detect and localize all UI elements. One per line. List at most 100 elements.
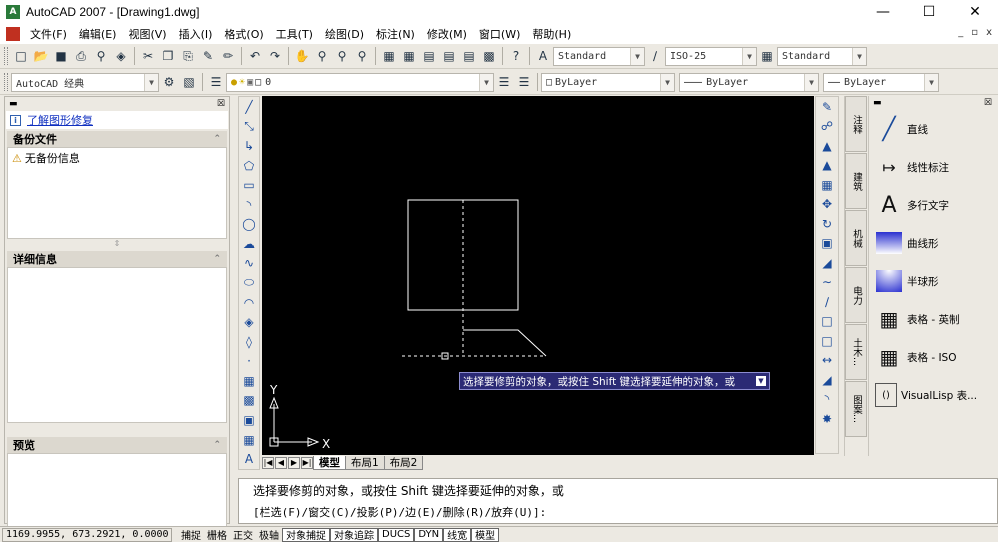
zoom-realtime-icon[interactable]: ⚲: [313, 47, 331, 65]
model-toggle[interactable]: 模型: [471, 527, 500, 542]
drawn-polyline[interactable]: [463, 329, 547, 357]
array-icon[interactable]: ▦: [818, 176, 836, 194]
tool-linear-dimension[interactable]: ↦ 线性标注: [869, 148, 996, 186]
insert-block-icon[interactable]: ◈: [240, 313, 258, 331]
workspace-select[interactable]: AutoCAD 经典 ▼: [11, 72, 159, 92]
circle-icon[interactable]: ◯: [240, 215, 258, 233]
panel-menu-icon[interactable]: ▬: [873, 98, 882, 108]
drawing-svg[interactable]: Y X: [262, 96, 814, 470]
fillet-icon[interactable]: ◝: [818, 391, 836, 409]
table-style-select[interactable]: Standard ▼: [777, 46, 867, 66]
scale-icon[interactable]: ▣: [818, 235, 836, 253]
revision-cloud-icon[interactable]: ☁: [240, 235, 258, 253]
explode-icon[interactable]: ✸: [818, 410, 836, 428]
markup-icon[interactable]: ▤: [460, 47, 478, 65]
palette-tab-architectural[interactable]: 建筑: [845, 153, 867, 209]
last-tab-icon[interactable]: ▶|: [301, 456, 313, 469]
collapse-icon[interactable]: ⌃: [213, 254, 221, 264]
text-style-select[interactable]: Standard ▼: [553, 46, 645, 66]
palette-tab-annotation[interactable]: 注释: [845, 96, 867, 152]
block-editor-icon[interactable]: ✏: [219, 47, 237, 65]
copy-icon[interactable]: ❐: [159, 47, 177, 65]
tool-hemispherical-gradient[interactable]: 半球形: [869, 262, 996, 300]
design-center-icon[interactable]: ▦: [400, 47, 418, 65]
match-properties-icon[interactable]: ✎: [199, 47, 217, 65]
polygon-icon[interactable]: ⬠: [240, 157, 258, 175]
layer-previous-icon[interactable]: ☰: [515, 73, 533, 91]
color-select[interactable]: □ ByLayer ▼: [541, 72, 675, 92]
menu-draw[interactable]: 绘图(D): [319, 26, 370, 42]
rectangle-icon[interactable]: ▭: [240, 176, 258, 194]
menu-dimension[interactable]: 标注(N): [370, 26, 421, 42]
paste-icon[interactable]: ⎘: [179, 47, 197, 65]
tool-mtext[interactable]: A 多行文字: [869, 186, 996, 224]
plot-preview-icon[interactable]: ⚲: [92, 47, 110, 65]
break-icon[interactable]: □: [818, 332, 836, 350]
sheet-set-icon[interactable]: ▤: [440, 47, 458, 65]
osnap-toggle[interactable]: 对象捕捉: [282, 527, 330, 542]
table-icon[interactable]: ▦: [240, 431, 258, 449]
menu-help[interactable]: 帮助(H): [526, 26, 577, 42]
menu-edit[interactable]: 编辑(E): [73, 26, 123, 42]
join-icon[interactable]: ↔: [818, 352, 836, 370]
menu-view[interactable]: 视图(V): [122, 26, 172, 42]
menu-format[interactable]: 格式(O): [218, 26, 269, 42]
lineweight-toggle[interactable]: 线宽: [443, 527, 472, 542]
prev-tab-icon[interactable]: ◀: [275, 456, 287, 469]
tool-visuallisp[interactable]: () VisualLisp 表...: [869, 376, 996, 414]
palette-tab-mechanical[interactable]: 机械: [845, 210, 867, 266]
break-at-point-icon[interactable]: □: [818, 313, 836, 331]
tool-line[interactable]: ╱ 直线: [869, 110, 996, 148]
redo-icon[interactable]: ↷: [266, 47, 284, 65]
tab-model[interactable]: 模型: [313, 455, 346, 470]
make-block-icon[interactable]: ◊: [240, 333, 258, 351]
toolbar-grip[interactable]: [4, 73, 8, 91]
minimize-icon[interactable]: —: [860, 0, 906, 24]
publish-icon[interactable]: ◈: [112, 47, 130, 65]
move-icon[interactable]: ✥: [818, 196, 836, 214]
mdi-close-button[interactable]: x: [986, 27, 992, 38]
layer-select[interactable]: ● ☀ ▣ □ 0 ▼: [226, 72, 494, 92]
recovery-help-link[interactable]: 了解图形修复: [27, 112, 93, 128]
multiline-text-icon[interactable]: A: [240, 450, 258, 468]
tab-layout2[interactable]: 布局2: [383, 455, 424, 470]
panel-close-icon[interactable]: ☒: [984, 98, 992, 108]
hatch-icon[interactable]: ▦: [240, 372, 258, 390]
menu-file[interactable]: 文件(F): [24, 26, 73, 42]
make-object-layer-current-icon[interactable]: ☰: [495, 73, 513, 91]
dim-style-select[interactable]: ISO-25 ▼: [665, 46, 757, 66]
workspace-settings-icon[interactable]: ⚙: [160, 73, 178, 91]
spline-icon[interactable]: ∿: [240, 255, 258, 273]
gradient-icon[interactable]: ▩: [240, 392, 258, 410]
collapse-icon[interactable]: ⌃: [213, 134, 221, 144]
help-icon[interactable]: ?: [507, 47, 525, 65]
properties-icon[interactable]: ▦: [380, 47, 398, 65]
stretch-icon[interactable]: ◢: [818, 254, 836, 272]
extend-icon[interactable]: ∕: [818, 293, 836, 311]
palette-tab-hatch[interactable]: 图案...: [845, 381, 867, 437]
mdi-minimize-button[interactable]: _: [958, 27, 963, 38]
next-tab-icon[interactable]: ▶: [288, 456, 300, 469]
dyn-toggle[interactable]: DYN: [414, 527, 444, 542]
menu-tools[interactable]: 工具(T): [270, 26, 319, 42]
close-icon[interactable]: ✕: [952, 0, 998, 24]
construction-line-icon[interactable]: ⤡: [240, 118, 258, 136]
polyline-icon[interactable]: ↳: [240, 137, 258, 155]
line-icon[interactable]: ╱: [240, 98, 258, 116]
panel-close-icon[interactable]: ☒: [217, 99, 225, 109]
ortho-toggle[interactable]: 正交: [230, 528, 256, 542]
ellipse-icon[interactable]: ⬭: [240, 274, 258, 292]
menu-window[interactable]: 窗口(W): [473, 26, 526, 42]
plot-icon[interactable]: ⎙: [72, 47, 90, 65]
tool-table-imperial[interactable]: ▦ 表格 - 英制: [869, 300, 996, 338]
command-prompt-line[interactable]: [栏选(F)/窗交(C)/投影(P)/边(E)/删除(R)/放弃(U)]:: [239, 501, 997, 523]
arc-icon[interactable]: ◝: [240, 196, 258, 214]
linetype-select[interactable]: ——— ByLayer ▼: [679, 72, 819, 92]
grid-toggle[interactable]: 栅格: [204, 528, 230, 542]
first-tab-icon[interactable]: |◀: [262, 456, 274, 469]
cut-icon[interactable]: ✂: [139, 47, 157, 65]
polar-toggle[interactable]: 极轴: [256, 528, 282, 542]
zoom-previous-icon[interactable]: ⚲: [353, 47, 371, 65]
collapse-icon[interactable]: ⌃: [213, 440, 221, 450]
lineweight-select[interactable]: —— ByLayer ▼: [823, 72, 939, 92]
